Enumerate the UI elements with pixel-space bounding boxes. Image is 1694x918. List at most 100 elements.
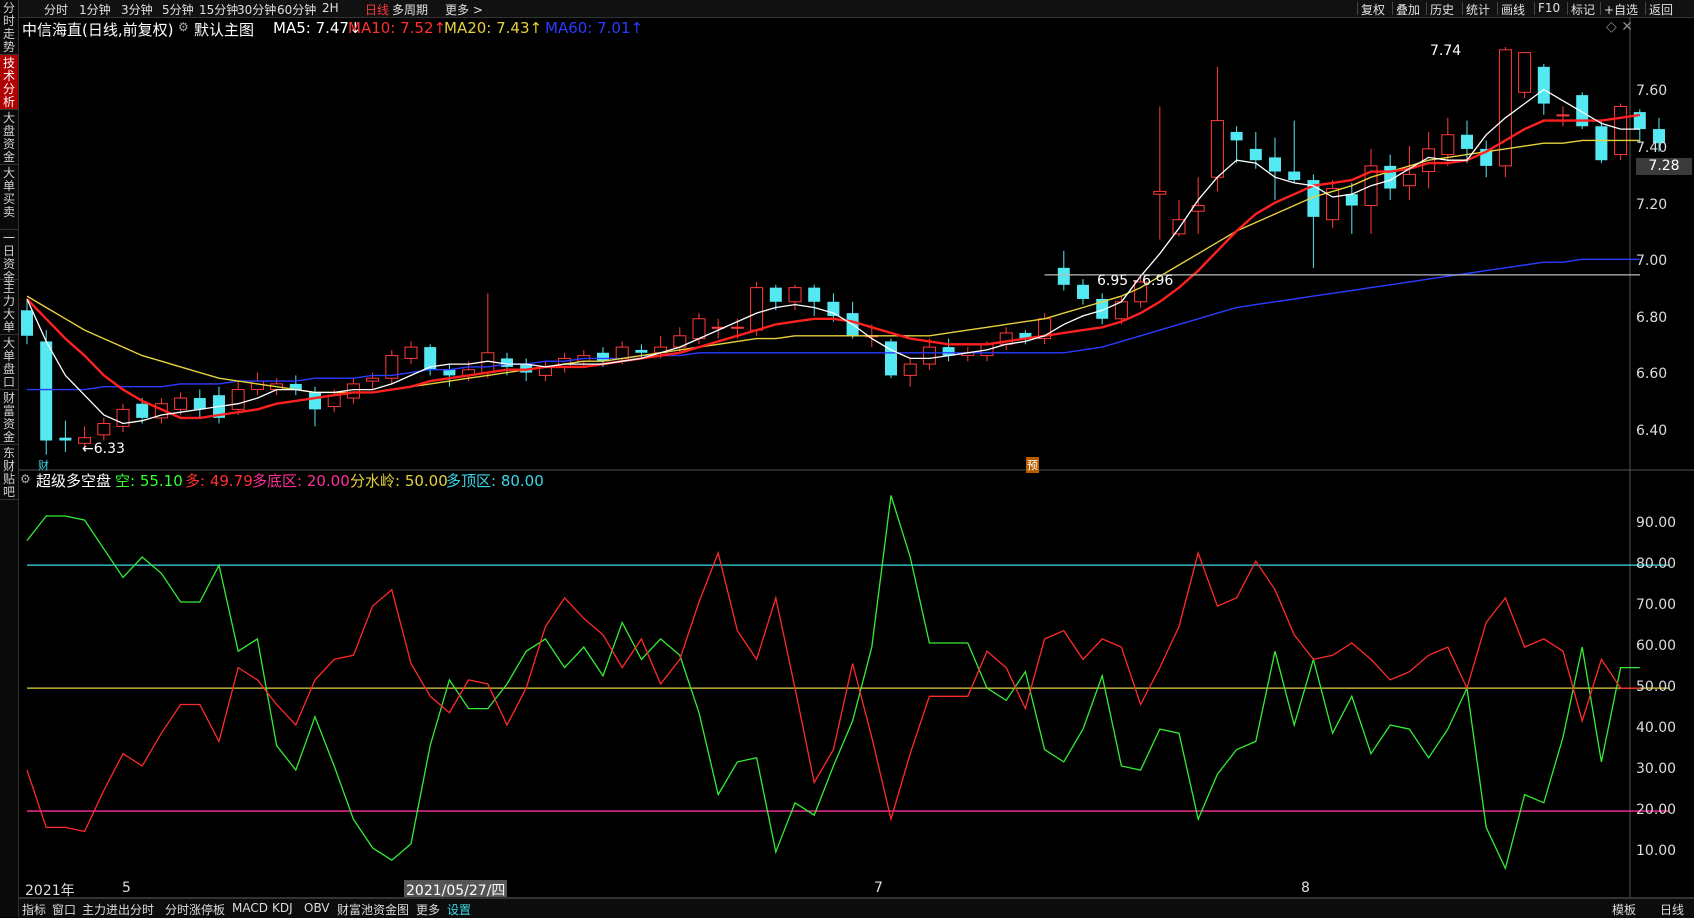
template-gear-icon[interactable]: ⚙ [178,20,189,34]
candle-body[interactable] [635,349,648,353]
candle-body[interactable] [1518,52,1532,93]
bottom-toolbar: 指标 窗口 主力进出分时 分时涨停板 MACD KDJ OBV 财富池资金图 更多 设置 模板 日线 [19,898,1694,918]
bottom-tab-7[interactable]: 财富池资金图 [337,901,409,918]
bottom-tab-9[interactable]: 设置 [447,901,471,918]
ma20-line [26,139,1640,394]
indicator-series-1 [26,550,1640,833]
candle-body[interactable] [922,346,936,365]
candle-body[interactable] [942,347,955,356]
candle-body[interactable] [346,383,360,399]
high-annotation: 7.74 [1430,43,1462,59]
indicator-tick: 40.00 [1636,720,1677,737]
candle-body[interactable] [615,346,629,359]
candle-body[interactable] [885,341,897,376]
candle-body[interactable] [1441,134,1455,156]
bottom-tab-2[interactable]: 主力进出分时 [82,901,154,918]
candle-body[interactable] [1402,173,1416,187]
candle-body[interactable] [1230,131,1243,141]
candle-body[interactable] [21,310,33,336]
candle-body[interactable] [309,392,321,410]
candle-body[interactable] [1153,190,1167,195]
candle-body[interactable] [769,287,782,302]
date-label: 5 [122,880,131,896]
candle-body[interactable] [136,403,149,418]
candle-body[interactable] [788,287,802,303]
ma60-line [27,258,1640,391]
bottom-tab-3[interactable]: 分时涨停板 [165,901,225,918]
indicator-gear-icon[interactable]: ⚙ [20,472,31,486]
candle-body[interactable] [174,397,188,410]
price-tick: 6.80 [1636,309,1668,326]
indicator-bottom-zone: 多底区: 20.00 [252,472,350,490]
price-tick: 7.40 [1636,139,1668,156]
candle-body[interactable] [750,287,764,331]
ma20-value: MA20: 7.43↑ [444,19,543,37]
bottom-tab-5[interactable]: KDJ [272,901,293,915]
price-tick: 7.20 [1636,196,1668,213]
indicator-tick: 20.00 [1636,802,1677,819]
indicator-tick: 80.00 [1636,556,1677,573]
stock-chart-app: 分时走势 技术分析 大盘资金 大单买卖 一日资金 主力大单 大单盘口 财富资金 东财贴吧 分时 1… [0,0,1694,918]
ma60-value: MA60: 7.01↑ [545,19,644,37]
candle-body[interactable] [692,318,706,340]
forecast-tag[interactable]: 预 [1026,457,1039,473]
bottom-tab-1[interactable]: 窗口 [52,901,76,918]
candle-body[interactable] [808,287,821,302]
candle-body[interactable] [730,326,744,329]
candle-body[interactable] [1269,157,1281,172]
chart-canvas[interactable] [0,0,1694,917]
price-tick: 6.40 [1636,423,1668,440]
bottom-tab-6[interactable]: OBV [304,901,330,915]
indicator-tick: 60.00 [1636,638,1677,655]
candle-body[interactable] [250,380,264,391]
candle-body[interactable] [1249,148,1262,161]
candle-body[interactable] [1614,105,1628,156]
indicator-name[interactable]: 超级多空盘 [36,470,111,491]
candle-body[interactable] [404,346,418,359]
template-selector[interactable]: 默认主图 [194,19,254,40]
candle-body[interactable] [40,341,53,441]
indicator-duo: 多: 49.79 [185,472,253,490]
indicator-tick: 90.00 [1636,515,1677,532]
ma10-line [26,113,1640,420]
candle-body[interactable] [231,389,245,410]
price-tick: 7.00 [1636,253,1668,270]
date-label: 7 [874,880,883,896]
candle-body[interactable] [558,357,572,368]
candle-body[interactable] [1345,194,1358,206]
ma5-line [26,88,1640,425]
template-button[interactable]: 模板 [1612,901,1636,918]
bottom-tab-4[interactable]: MACD [232,901,268,915]
bottom-tab-0[interactable]: 指标 [22,901,46,918]
period-indicator: 日线 [1660,903,1685,917]
candle-body[interactable] [366,377,380,382]
bottom-tab-8[interactable]: 更多 [416,901,440,918]
window-controls-icon[interactable]: ◇ ✕ [1606,19,1633,35]
price-tick: 6.60 [1636,366,1668,383]
indicator-tick: 50.00 [1636,679,1677,696]
candle-body[interactable] [1077,284,1089,299]
candle-body[interactable] [1595,126,1608,161]
indicator-tick: 30.00 [1636,761,1677,778]
candle-body[interactable] [59,437,72,441]
indicator-kong: 空: 55.10 [115,472,183,490]
candle-body[interactable] [1461,134,1473,149]
candle-body[interactable] [1210,120,1224,178]
candle-body[interactable] [501,358,513,367]
candle-body[interactable] [193,398,206,410]
candle-body[interactable] [443,369,456,376]
candle-body[interactable] [1057,267,1070,285]
candle-body[interactable] [1537,66,1550,104]
indicator-series-0 [26,495,1640,871]
price-tick: 7.60 [1636,83,1668,100]
candle-body[interactable] [481,352,495,374]
candle-body[interactable] [97,423,111,436]
low-annotation: ←6.33 [82,441,125,457]
indicator-tick: 70.00 [1636,597,1677,614]
candle-body[interactable] [903,363,917,376]
range-annotation: 6.95 - 6.96 [1097,273,1174,289]
current-price-tag: 7.28 [1636,158,1692,175]
candle-body[interactable] [1288,171,1301,181]
indicator-top-zone: 多顶区: 80.00 [446,472,544,490]
candle-body[interactable] [1556,114,1570,117]
